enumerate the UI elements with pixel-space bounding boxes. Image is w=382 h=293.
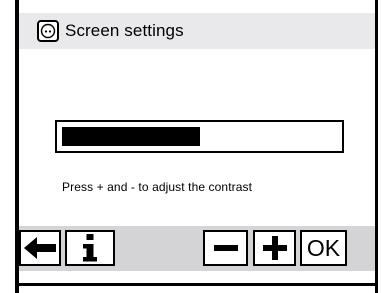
button-bar: OK (19, 226, 375, 271)
screen-settings-icon (37, 20, 59, 42)
page-title: Screen settings (65, 21, 184, 40)
title-bar: Screen settings (19, 13, 375, 49)
minus-icon (213, 245, 238, 251)
ok-label: OK (306, 234, 341, 261)
contrast-hint: Press + and - to adjust the contrast (62, 180, 253, 194)
info-button[interactable] (65, 230, 115, 266)
bottom-border (15, 283, 378, 286)
minus-button[interactable] (203, 230, 248, 266)
back-button[interactable] (19, 230, 61, 266)
plus-button[interactable] (253, 230, 296, 266)
contrast-level-fill (62, 127, 200, 146)
contrast-level-bar (55, 120, 344, 153)
info-icon (83, 234, 97, 262)
frame-right-border (375, 0, 378, 293)
ok-button[interactable]: OK (300, 230, 347, 266)
arrow-left-icon (24, 237, 56, 259)
plus-icon (262, 236, 287, 260)
